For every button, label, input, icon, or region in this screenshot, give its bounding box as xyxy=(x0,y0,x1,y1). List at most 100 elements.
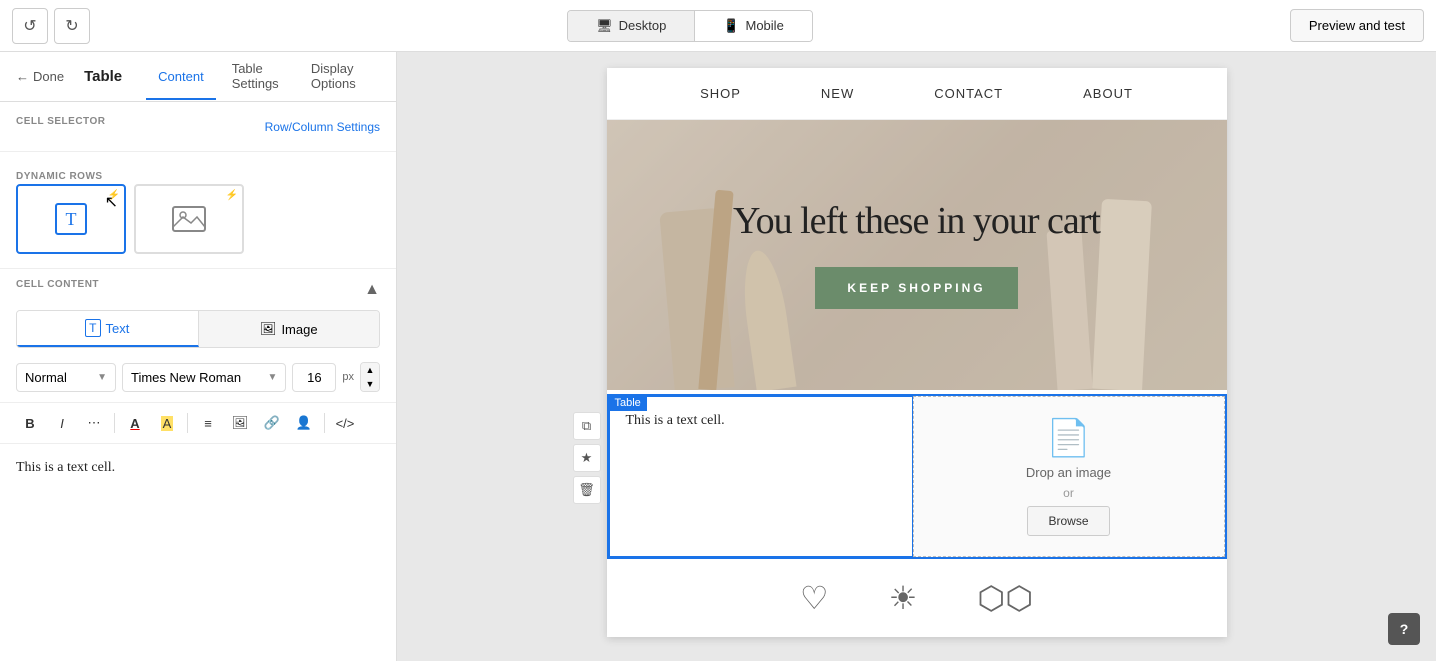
undo-redo-group: ↺ ↻ xyxy=(12,8,90,44)
bold-button[interactable]: B xyxy=(16,409,44,437)
delete-button[interactable]: 🗑 xyxy=(573,476,601,504)
font-name-select[interactable]: Times New Roman ▼ xyxy=(122,363,286,392)
favorite-button[interactable]: ★ xyxy=(573,444,601,472)
device-toggle: 🖥 Desktop 📱 Mobile xyxy=(567,10,813,42)
tab-table-settings[interactable]: Table Settings xyxy=(220,52,295,107)
more-button[interactable]: ⋯ xyxy=(80,409,108,437)
cell-content-header: CELL CONTENT ▲ xyxy=(16,279,380,300)
left-panel: ← Done Table Content Table Settings Disp… xyxy=(0,52,397,661)
dynamic-rows-label: DYNAMIC ROWS xyxy=(16,171,103,182)
desktop-icon: 🖥 xyxy=(596,18,613,34)
font-name-value: Times New Roman xyxy=(131,370,241,385)
email-canvas: SHOP NEW CONTACT ABOUT You left these in… xyxy=(607,68,1227,637)
person-button[interactable]: 👤 xyxy=(290,409,318,437)
heart-icon: ♡ xyxy=(800,579,829,617)
help-button[interactable]: ? xyxy=(1388,613,1420,645)
nav-shop[interactable]: SHOP xyxy=(700,86,741,101)
table-label: Table xyxy=(609,395,647,411)
tab-content[interactable]: Content xyxy=(146,55,216,100)
font-size-stepper[interactable]: ▲ ▼ xyxy=(360,362,380,392)
font-size-unit: px xyxy=(342,371,354,383)
nav-about[interactable]: ABOUT xyxy=(1083,86,1133,101)
image-cell-icon xyxy=(169,199,209,239)
cell-selector-label: CELL SELECTOR xyxy=(16,116,105,127)
toolbar-divider-3 xyxy=(324,413,325,433)
text-tab-icon: T xyxy=(85,319,100,337)
dynamic-rows-section: DYNAMIC ROWS ⚡ T ↖ ⚡ xyxy=(0,152,396,269)
panel-header: ← Done Table Content Table Settings Disp… xyxy=(0,52,396,102)
undo-button[interactable]: ↺ xyxy=(12,8,48,44)
table-cell-text-content: This is a text cell. xyxy=(626,413,725,428)
mobile-icon: 📱 xyxy=(723,18,739,34)
font-size-up[interactable]: ▲ xyxy=(361,363,379,377)
row-column-settings-link[interactable]: Row/Column Settings xyxy=(265,120,380,134)
hexagon-icon: ⬡⬡ xyxy=(977,579,1033,617)
code-button[interactable]: </> xyxy=(331,409,359,437)
hero-content: You left these in your cart KEEP SHOPPIN… xyxy=(733,201,1100,309)
svg-text:T: T xyxy=(66,209,77,229)
collapse-icon[interactable]: ▲ xyxy=(364,281,380,299)
row-card-text[interactable]: ⚡ T ↖ xyxy=(16,184,126,254)
font-name-chevron: ▼ xyxy=(267,372,277,383)
desktop-label: Desktop xyxy=(619,18,667,33)
mobile-label: Mobile xyxy=(746,18,784,33)
font-size-down[interactable]: ▼ xyxy=(361,377,379,391)
text-tab-button[interactable]: T Text xyxy=(17,311,199,347)
text-color-button[interactable]: A xyxy=(121,409,149,437)
hero-title: You left these in your cart xyxy=(733,201,1100,243)
font-style-select[interactable]: Normal ▼ xyxy=(16,363,116,392)
image-tab-label: Image xyxy=(281,322,317,337)
email-table-section: Table ⧉ ★ 🗑 This is a text cell. 📄 Drop … xyxy=(607,394,1227,559)
text-cell-icon: T xyxy=(51,199,91,239)
lightning-icon-2: ⚡ xyxy=(226,190,238,201)
image-tab-icon: 🖼 xyxy=(260,321,277,337)
text-bg-icon: A xyxy=(161,416,174,431)
table-row: This is a text cell. 📄 Drop an image or … xyxy=(609,396,1225,557)
device-toggle-group: 🖥 Desktop 📱 Mobile xyxy=(98,10,1282,42)
drop-image-icon: 📄 xyxy=(1046,417,1091,459)
table-side-actions: ⧉ ★ 🗑 xyxy=(573,412,601,504)
main-layout: ← Done Table Content Table Settings Disp… xyxy=(0,52,1436,661)
browse-button[interactable]: Browse xyxy=(1027,506,1109,536)
email-hero: You left these in your cart KEEP SHOPPIN… xyxy=(607,120,1227,390)
link-button[interactable]: 🔗 xyxy=(258,409,286,437)
image-insert-button[interactable]: 🖼 xyxy=(226,409,254,437)
text-color-icon: A xyxy=(130,416,139,431)
align-button[interactable]: ≡ xyxy=(194,409,222,437)
row-card-image[interactable]: ⚡ xyxy=(134,184,244,254)
back-arrow-icon: ← xyxy=(16,69,29,84)
font-style-value: Normal xyxy=(25,370,67,385)
back-button[interactable]: ← Done xyxy=(16,69,64,84)
keep-shopping-button[interactable]: KEEP SHOPPING xyxy=(815,267,1017,309)
drop-or: or xyxy=(1063,486,1074,500)
panel-title: Table xyxy=(84,68,122,85)
tab-display-options[interactable]: Display Options xyxy=(299,52,380,107)
top-toolbar: ↺ ↻ 🖥 Desktop 📱 Mobile Preview and test xyxy=(0,0,1436,52)
sun-icon: ☀ xyxy=(889,579,918,617)
email-nav: SHOP NEW CONTACT ABOUT xyxy=(607,68,1227,120)
cursor-icon: ↖ xyxy=(105,192,118,212)
desktop-button[interactable]: 🖥 Desktop xyxy=(568,11,695,41)
cell-content-label: CELL CONTENT xyxy=(16,279,99,290)
drop-text: Drop an image xyxy=(1026,465,1111,480)
italic-button[interactable]: I xyxy=(48,409,76,437)
canvas-area: SHOP NEW CONTACT ABOUT You left these in… xyxy=(397,52,1436,661)
nav-contact[interactable]: CONTACT xyxy=(934,86,1003,101)
dynamic-rows-grid: ⚡ T ↖ ⚡ xyxy=(16,184,380,254)
table-cell-image[interactable]: 📄 Drop an image or Browse xyxy=(913,396,1225,557)
font-size-input[interactable] xyxy=(292,363,336,392)
cell-selector-section: CELL SELECTOR Row/Column Settings xyxy=(0,102,396,152)
back-label: Done xyxy=(33,69,64,84)
mobile-button[interactable]: 📱 Mobile xyxy=(695,11,811,41)
table-cell-text[interactable]: This is a text cell. xyxy=(609,396,913,557)
content-type-toggle: T Text 🖼 Image xyxy=(16,310,380,348)
image-tab-button[interactable]: 🖼 Image xyxy=(199,311,380,347)
copy-button[interactable]: ⧉ xyxy=(573,412,601,440)
preview-test-button[interactable]: Preview and test xyxy=(1290,9,1424,42)
editor-area[interactable]: This is a text cell. xyxy=(0,444,396,661)
formatting-row: Normal ▼ Times New Roman ▼ px ▲ ▼ xyxy=(0,362,396,402)
toolbar-divider-2 xyxy=(187,413,188,433)
text-bg-button[interactable]: A xyxy=(153,409,181,437)
nav-new[interactable]: NEW xyxy=(821,86,854,101)
redo-button[interactable]: ↻ xyxy=(54,8,90,44)
